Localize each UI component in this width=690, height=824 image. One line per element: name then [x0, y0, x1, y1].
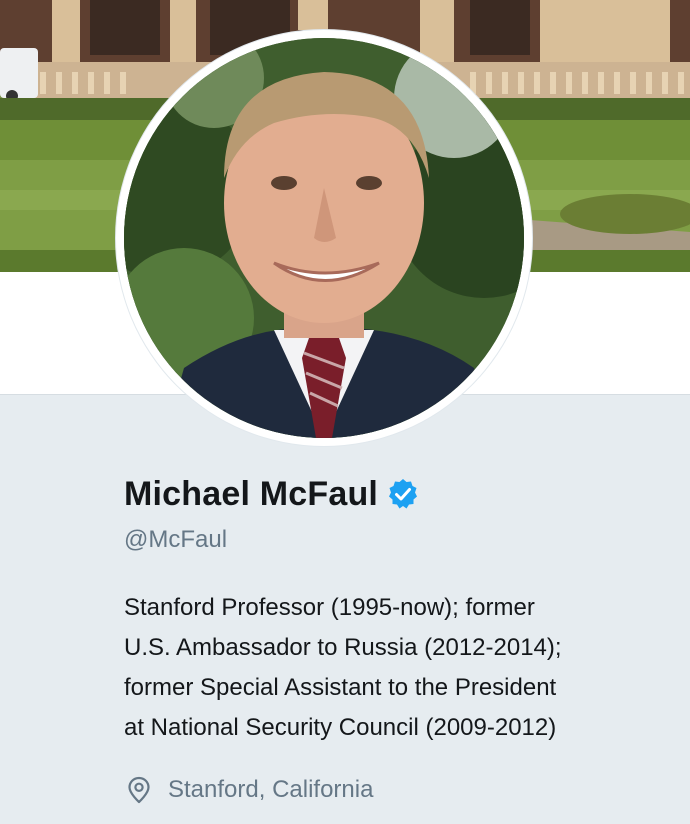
bio-line: Stanford Professor (1995-now); former — [124, 594, 535, 621]
avatar-photo — [124, 38, 524, 438]
profile-bio: Stanford Professor (1995-now); former U.… — [124, 588, 664, 748]
profile-page: Michael McFaul @McFaul Stanford Professo… — [0, 0, 690, 824]
bio-line: U.S. Ambassador to Russia (2012-2014); — [124, 634, 562, 661]
bio-line: at National Security Council (2009-2012) — [124, 714, 557, 741]
profile-location: Stanford, California — [124, 772, 373, 808]
profile-name[interactable]: Michael McFaul — [124, 475, 378, 514]
location-pin-icon — [124, 775, 154, 805]
profile-name-row: Michael McFaul — [124, 472, 420, 516]
verified-badge-icon — [386, 477, 420, 511]
profile-handle[interactable]: @McFaul — [124, 526, 227, 554]
location-text: Stanford, California — [168, 776, 374, 803]
bio-line: former Special Assistant to the Presiden… — [124, 674, 557, 701]
profile-avatar[interactable] — [116, 30, 532, 446]
